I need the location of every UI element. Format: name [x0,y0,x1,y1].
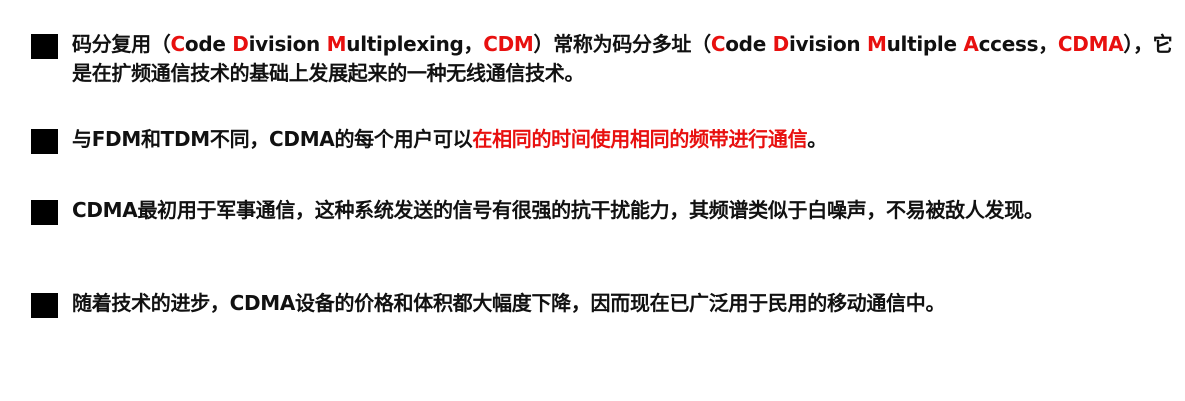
text-segment: ultiple [886,32,964,56]
bullet-item-civil-use: 随着技术的进步，CDMA设备的价格和体积都大幅度下降，因而现在已广泛用于民用的移… [31,289,1176,318]
highlight-segment: C [170,32,186,56]
highlight-segment: 在相同的时间使用相同的频带进行通信 [472,127,808,151]
highlight-segment: D [232,32,249,56]
bullet-item-cdm-definition: 码分复用（Code Division Multiplexing，CDM）常称为码… [31,30,1176,88]
text-segment: ode [725,32,773,56]
text-segment: ivision [788,32,867,56]
highlight-segment: CDMA [1057,32,1124,56]
bullet-text: 与FDM和TDM不同，CDMA的每个用户可以在相同的时间使用相同的频带进行通信。 [72,125,827,154]
bullet-item-cdma-vs-fdm-tdm: 与FDM和TDM不同，CDMA的每个用户可以在相同的时间使用相同的频带进行通信。 [31,125,1176,154]
slide: 码分复用（Code Division Multiplexing，CDM）常称为码… [0,0,1185,401]
text-segment: 随着技术的进步，CDMA设备的价格和体积都大幅度下降，因而现在已广泛用于民用的移… [72,291,946,315]
highlight-segment: D [772,32,790,56]
text-segment: ccess， [978,32,1059,56]
highlight-segment: M [867,32,887,56]
text-segment: 。 [807,127,827,151]
text-segment: 码分复用（ [72,32,171,56]
text-segment: ivision [248,32,327,56]
text-segment: ode [184,32,233,56]
black-square-icon [31,34,58,59]
text-segment: ）常称为码分多址（ [533,32,712,56]
bullet-text: 随着技术的进步，CDMA设备的价格和体积都大幅度下降，因而现在已广泛用于民用的移… [72,289,945,318]
highlight-segment: CDM [483,32,534,56]
text-segment: 与FDM和TDM不同，CDMA的每个用户可以 [72,127,473,151]
black-square-icon [31,200,58,225]
highlight-segment: M [326,32,347,56]
bullet-item-military-origin: CDMA最初用于军事通信，这种系统发送的信号有很强的抗干扰能力，其频谱类似于白噪… [31,196,1176,225]
black-square-icon [31,293,58,318]
highlight-segment: A [963,32,979,56]
text-segment: CDMA最初用于军事通信，这种系统发送的信号有很强的抗干扰能力，其频谱类似于白噪… [72,198,1044,222]
bullet-text: 码分复用（Code Division Multiplexing，CDM）常称为码… [72,30,1176,88]
bullet-text: CDMA最初用于军事通信，这种系统发送的信号有很强的抗干扰能力，其频谱类似于白噪… [72,196,1044,225]
black-square-icon [31,129,58,154]
highlight-segment: C [710,32,726,56]
text-segment: ultiplexing， [346,32,484,56]
